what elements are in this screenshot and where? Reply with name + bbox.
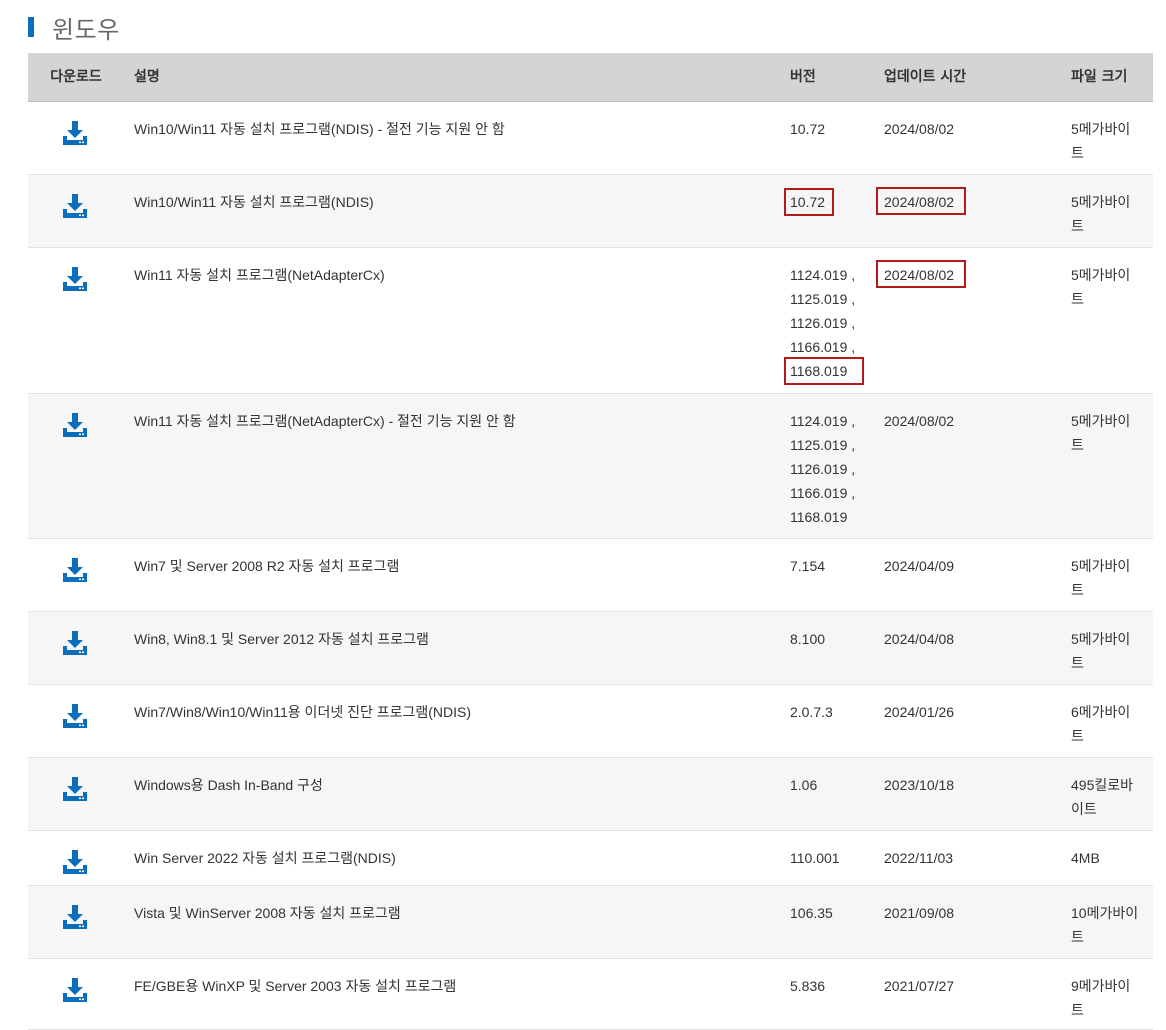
version-value: 2.0.7.3 (790, 704, 833, 720)
row-updated-date: 2024/08/02 (884, 413, 955, 429)
row-description: Win7 및 Server 2008 R2 자동 설치 프로그램 (134, 558, 400, 574)
table-row: Windows용 Dash In-Band 구성 1.06 2023/10/18 49… (28, 758, 1153, 831)
row-description: Win7/Win8/Win10/Win11용 이더넷 진단 프로그램(NDIS) (134, 704, 472, 720)
version-value: 7.154 (790, 558, 826, 574)
download-icon[interactable] (61, 265, 89, 293)
table-row: Win7/Win8/Win10/Win11용 이더넷 진단 프로그램(NDIS)… (28, 685, 1153, 758)
download-icon[interactable] (61, 702, 89, 730)
version-value: 106.35 (790, 905, 833, 921)
row-description: Win8, Win8.1 및 Server 2012 자동 설치 프로그램 (134, 631, 429, 647)
row-version: 2.0.7.3 (790, 700, 880, 724)
row-file-size: 5메가바이트 (1071, 121, 1131, 161)
header-updated: 업데이트 시간 (884, 69, 967, 85)
download-icon[interactable] (61, 556, 89, 584)
table-row: Win11 자동 설치 프로그램(NetAdapterCx) 1124.019 ,… (28, 248, 1153, 394)
row-description: Vista 및 WinServer 2008 자동 설치 프로그램 (134, 905, 401, 921)
version-value: 5.836 (790, 978, 826, 994)
row-version: 10.72 (784, 188, 880, 216)
row-file-size: 5메가바이트 (1071, 631, 1131, 671)
table-body: Win10/Win11 자동 설치 프로그램(NDIS) - 절전 기능 지원 … (28, 102, 1153, 1030)
row-description: Windows용 Dash In-Band 구성 (134, 777, 323, 793)
row-version: 5.836 (790, 974, 880, 998)
version-value: 1125.019 , (790, 291, 856, 307)
row-version: 1.06 (790, 773, 880, 797)
version-value: 1126.019 , (790, 315, 856, 331)
table-row: Win10/Win11 자동 설치 프로그램(NDIS) 10.72 2024/08… (28, 175, 1153, 248)
row-updated-date: 2024/08/02 (884, 121, 955, 137)
version-value: 1168.019 (790, 509, 848, 525)
row-version: 110.001 (790, 846, 880, 870)
download-icon[interactable] (61, 775, 89, 803)
row-updated-date: 2024/04/09 (884, 558, 955, 574)
download-icon[interactable] (61, 119, 89, 147)
version-value: 8.100 (790, 631, 826, 647)
table-row: Win8, Win8.1 및 Server 2012 자동 설치 프로그램 8.1… (28, 612, 1153, 685)
row-version: 7.154 (790, 554, 880, 578)
row-updated-date: 2021/09/08 (884, 905, 955, 921)
row-file-size: 6메가바이트 (1071, 704, 1131, 744)
table-row: FE/GBE용 WinXP 및 Server 2003 자동 설치 프로그램 5.… (28, 959, 1153, 1030)
version-value: 1124.019 , (790, 413, 856, 429)
header-version: 버전 (790, 69, 816, 85)
version-value: 1166.019 , (790, 485, 856, 501)
download-icon[interactable] (61, 629, 89, 657)
table-header: 다운로드 설명 버전 업데이트 시간 파일 크기 (28, 53, 1153, 102)
row-file-size: 5메가바이트 (1071, 413, 1131, 453)
version-value: 10.72 (790, 121, 826, 137)
section-title: 윈도우 (52, 15, 120, 44)
row-description: Win Server 2022 자동 설치 프로그램(NDIS) (134, 850, 396, 866)
header-size: 파일 크기 (1071, 69, 1128, 85)
table-row: Win Server 2022 자동 설치 프로그램(NDIS) 110.001 2… (28, 831, 1153, 886)
download-icon[interactable] (61, 848, 89, 876)
row-updated-date: 2024/08/02 (884, 267, 955, 283)
row-file-size: 495킬로바이트 (1071, 777, 1133, 817)
row-file-size: 9메가바이트 (1071, 978, 1131, 1018)
row-file-size: 10메가바이트 (1071, 905, 1139, 945)
download-icon[interactable] (61, 976, 89, 1004)
row-version: 10.72 (790, 117, 880, 141)
row-version: 8.100 (790, 627, 880, 651)
table-row: Win11 자동 설치 프로그램(NetAdapterCx) - 절전 기능 지… (28, 394, 1153, 539)
row-description: Win10/Win11 자동 설치 프로그램(NDIS) (134, 194, 374, 210)
version-value: 1166.019 , (790, 339, 856, 355)
row-file-size: 5메가바이트 (1071, 558, 1131, 598)
download-icon[interactable] (61, 903, 89, 931)
section-accent-bar (28, 17, 34, 37)
section-header: 윈도우 (28, 10, 120, 44)
row-updated-date: 2024/08/02 (884, 194, 955, 210)
row-description: Win11 자동 설치 프로그램(NetAdapterCx) - 절전 기능 지… (134, 413, 516, 429)
row-description: Win11 자동 설치 프로그램(NetAdapterCx) (134, 267, 385, 283)
version-value: 1125.019 , (790, 437, 856, 453)
version-value: 10.72 (790, 194, 826, 210)
version-value: 1.06 (790, 777, 818, 793)
download-icon[interactable] (61, 411, 89, 439)
table-row: Vista 및 WinServer 2008 자동 설치 프로그램 106.35 2… (28, 886, 1153, 959)
row-updated-date: 2022/11/03 (884, 850, 954, 866)
row-version: 1124.019 , 1125.019 , 1126.019 , 1166.019 ,… (784, 263, 880, 385)
row-updated-date: 2021/07/27 (884, 978, 955, 994)
header-description: 설명 (134, 69, 160, 85)
row-updated-date: 2024/04/08 (884, 631, 955, 647)
row-description: FE/GBE용 WinXP 및 Server 2003 자동 설치 프로그램 (134, 978, 457, 994)
row-file-size: 5메가바이트 (1071, 194, 1131, 234)
table-row: Win10/Win11 자동 설치 프로그램(NDIS) - 절전 기능 지원 … (28, 102, 1153, 175)
table-row: Win7 및 Server 2008 R2 자동 설치 프로그램 7.154 202… (28, 539, 1153, 612)
row-file-size: 5메가바이트 (1071, 267, 1131, 307)
version-value: 1124.019 , (790, 267, 856, 283)
header-download: 다운로드 (50, 69, 102, 85)
row-version: 1124.019 , 1125.019 , 1126.019 , 1166.019 ,… (790, 409, 880, 529)
row-updated-date: 2023/10/18 (884, 777, 955, 793)
row-updated-date: 2024/01/26 (884, 704, 955, 720)
version-value: 110.001 (790, 850, 840, 866)
version-value: 1168.019 (790, 363, 848, 379)
download-icon[interactable] (61, 192, 89, 220)
downloads-table: 다운로드 설명 버전 업데이트 시간 파일 크기 Win10/Win11 자동 … (28, 53, 1153, 1030)
row-file-size: 4MB (1071, 850, 1100, 866)
row-description: Win10/Win11 자동 설치 프로그램(NDIS) - 절전 기능 지원 … (134, 121, 505, 137)
version-value: 1126.019 , (790, 461, 856, 477)
row-version: 106.35 (790, 901, 880, 925)
